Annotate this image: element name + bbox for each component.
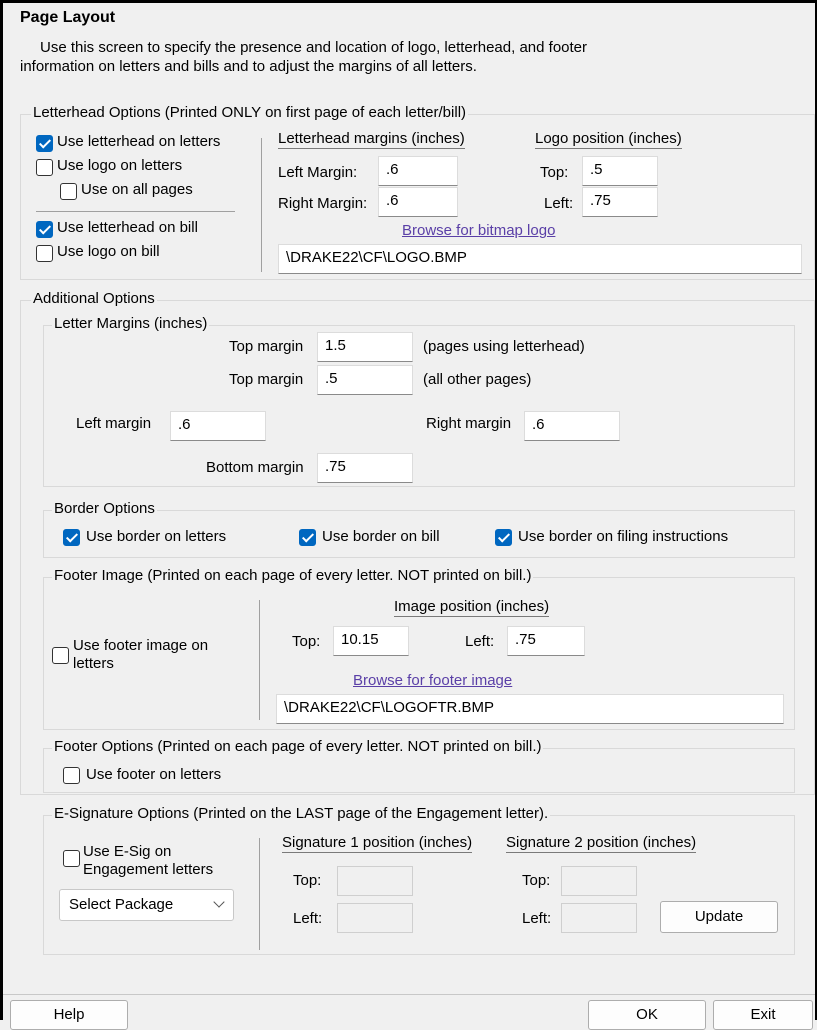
sig2-top-input[interactable] — [561, 866, 637, 896]
window-left-border — [0, 0, 3, 1020]
border-bill-checkbox[interactable] — [299, 529, 316, 546]
top-margin-other-note: (all other pages) — [423, 371, 532, 388]
sig1-top-input[interactable] — [337, 866, 413, 896]
page-title: Page Layout — [20, 9, 116, 26]
logo-top-input[interactable]: .5 — [582, 156, 658, 186]
ok-button[interactable]: OK — [588, 1000, 706, 1030]
border-filing-label[interactable]: Use border on filing instructions — [518, 528, 728, 545]
additional-options-legend: Additional Options — [31, 290, 157, 307]
letterhead-right-margin-input[interactable]: .6 — [378, 187, 458, 217]
window-top-border — [0, 0, 817, 3]
use-logo-letters-label[interactable]: Use logo on letters — [57, 157, 182, 174]
bottom-margin-label: Bottom margin — [206, 459, 304, 476]
sig2-left-input[interactable] — [561, 903, 637, 933]
sig2-header: Signature 2 position (inches) — [506, 834, 697, 853]
right-margin-label: Right margin — [426, 415, 512, 432]
footer-top-label: Top: — [292, 633, 321, 650]
package-select[interactable]: Select Package — [59, 889, 234, 921]
logo-position-header: Logo position (inches) — [535, 130, 682, 149]
sig1-header: Signature 1 position (inches) — [282, 834, 473, 853]
border-letters-label[interactable]: Use border on letters — [86, 528, 226, 545]
exit-button[interactable]: Exit — [713, 1000, 813, 1030]
use-logo-letters-checkbox[interactable] — [36, 159, 53, 176]
right-margin-input[interactable]: .6 — [524, 411, 620, 441]
left-margin-label: Left Margin: — [278, 164, 358, 181]
sig1-top-label: Top: — [293, 872, 322, 889]
footer-top-input[interactable]: 10.15 — [333, 626, 409, 656]
top-margin-letterhead-label: Top margin — [229, 338, 304, 355]
left-margin-input[interactable]: .6 — [170, 411, 266, 441]
top-margin-letterhead-note: (pages using letterhead) — [423, 338, 585, 355]
letterhead-left-margin-input[interactable]: .6 — [378, 156, 458, 186]
border-filing-checkbox[interactable] — [495, 529, 512, 546]
browse-bitmap-logo-link[interactable]: Browse for bitmap logo — [402, 222, 555, 239]
border-letters-checkbox[interactable] — [63, 529, 80, 546]
left-margin-label: Left margin — [76, 415, 152, 432]
sig1-left-input[interactable] — [337, 903, 413, 933]
use-footer-image-label-1[interactable]: Use footer image on — [73, 637, 208, 654]
use-footer-checkbox[interactable] — [63, 767, 80, 784]
footer-left-input[interactable]: .75 — [507, 626, 585, 656]
letterhead-legend: Letterhead Options (Printed ONLY on firs… — [31, 104, 469, 121]
use-logo-bill-checkbox[interactable] — [36, 245, 53, 262]
vertical-separator — [261, 138, 262, 272]
description-line-1: Use this screen to specify the presence … — [40, 39, 588, 56]
top-margin-other-input[interactable]: .5 — [317, 365, 413, 395]
use-letterhead-bill-checkbox[interactable] — [36, 221, 53, 238]
letter-margins-legend: Letter Margins (inches) — [52, 315, 210, 332]
top-margin-other-label: Top margin — [229, 371, 304, 388]
letter-margins-group — [43, 325, 795, 487]
use-logo-bill-label[interactable]: Use logo on bill — [57, 243, 160, 260]
bottom-margin-input[interactable]: .75 — [317, 453, 413, 483]
use-esig-checkbox[interactable] — [63, 850, 80, 867]
footer-path-input[interactable]: \DRAKE22\CF\LOGOFTR.BMP — [276, 694, 784, 724]
use-footer-label[interactable]: Use footer on letters — [86, 766, 221, 783]
use-letterhead-letters-label[interactable]: Use letterhead on letters — [57, 133, 220, 150]
footer-image-legend: Footer Image (Printed on each page of ev… — [52, 567, 534, 584]
package-select-value: Select Package — [69, 896, 174, 913]
use-esig-label-2[interactable]: Engagement letters — [83, 861, 213, 878]
logo-left-input[interactable]: .75 — [582, 187, 658, 217]
letterhead-margins-header: Letterhead margins (inches) — [278, 130, 465, 149]
description-line-2: information on letters and bills and to … — [20, 58, 477, 75]
logo-top-label: Top: — [540, 164, 569, 181]
esig-legend: E-Signature Options (Printed on the LAST… — [52, 805, 551, 822]
top-margin-letterhead-input[interactable]: 1.5 — [317, 332, 413, 362]
border-bill-label[interactable]: Use border on bill — [322, 528, 440, 545]
sig2-top-label: Top: — [522, 872, 551, 889]
use-footer-image-checkbox[interactable] — [52, 647, 69, 664]
footer-image-separator — [259, 600, 260, 720]
update-button[interactable]: Update — [660, 901, 778, 933]
logo-left-label: Left: — [544, 195, 574, 212]
use-letterhead-bill-label[interactable]: Use letterhead on bill — [57, 219, 198, 236]
use-all-pages-checkbox[interactable] — [60, 183, 77, 200]
bottom-separator — [3, 994, 815, 995]
esig-separator — [259, 838, 260, 950]
border-options-legend: Border Options — [52, 500, 157, 517]
sig2-left-label: Left: — [522, 910, 552, 927]
chevron-down-icon — [213, 896, 225, 908]
left-separator — [36, 211, 235, 212]
footer-options-legend: Footer Options (Printed on each page of … — [52, 738, 544, 755]
use-all-pages-label[interactable]: Use on all pages — [81, 181, 193, 198]
logo-path-input[interactable]: \DRAKE22\CF\LOGO.BMP — [278, 244, 802, 274]
use-footer-image-label-2[interactable]: letters — [73, 655, 114, 672]
footer-left-label: Left: — [465, 633, 495, 650]
help-button[interactable]: Help — [10, 1000, 128, 1030]
use-letterhead-letters-checkbox[interactable] — [36, 135, 53, 152]
use-esig-label-1[interactable]: Use E-Sig on — [83, 843, 171, 860]
sig1-left-label: Left: — [293, 910, 323, 927]
browse-footer-image-link[interactable]: Browse for footer image — [353, 672, 512, 689]
image-position-header: Image position (inches) — [394, 598, 550, 617]
right-margin-label: Right Margin: — [278, 195, 368, 212]
